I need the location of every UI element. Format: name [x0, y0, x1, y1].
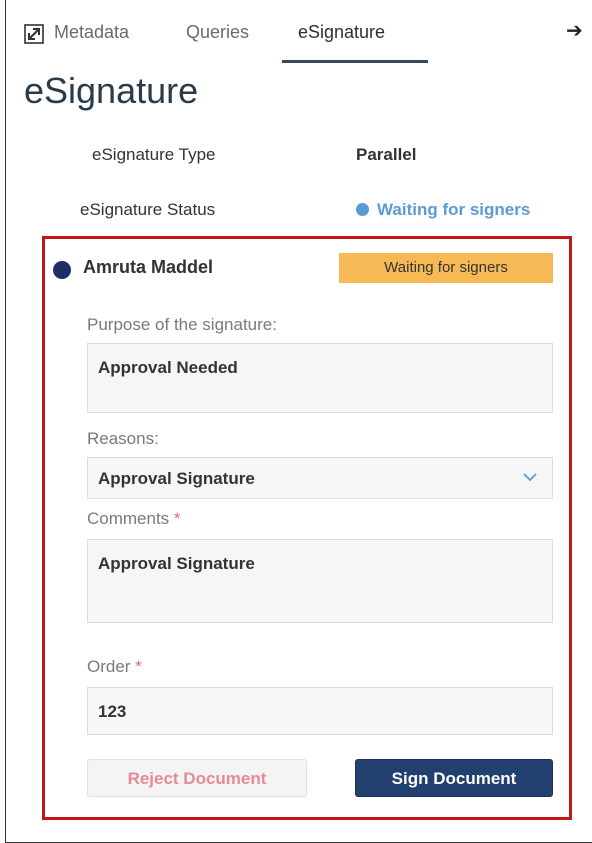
esignature-status-label: eSignature Status: [80, 200, 216, 219]
comments-label-text: Comments: [87, 509, 170, 528]
tab-bar: Metadata Queries eSignature ➔: [6, 0, 592, 63]
status-dot-icon: [356, 203, 369, 216]
signer-status-badge: Waiting for signers: [339, 253, 553, 283]
comments-label: Comments *: [87, 509, 181, 529]
order-required-mark: *: [135, 657, 142, 676]
tab-queries[interactable]: Queries: [186, 22, 249, 43]
order-label-text: Order: [87, 657, 131, 676]
active-tab-indicator: [282, 60, 428, 63]
tab-metadata[interactable]: Metadata: [54, 22, 129, 43]
order-label: Order *: [87, 657, 142, 677]
order-value: 123: [98, 702, 127, 721]
reasons-value: Approval Signature: [98, 469, 255, 488]
comments-required-mark: *: [173, 509, 181, 528]
esignature-status-value: Waiting for signers: [377, 200, 531, 219]
esignature-type-label: eSignature Type: [92, 145, 216, 164]
signer-card: Amruta Maddel Waiting for signers Purpos…: [42, 236, 572, 820]
page-title: eSignature: [24, 70, 199, 111]
esignature-status: Waiting for signers: [356, 200, 530, 220]
expand-icon[interactable]: [24, 24, 44, 44]
arrow-right-icon[interactable]: ➔: [566, 18, 583, 43]
tab-esignature[interactable]: eSignature: [298, 22, 385, 43]
signer-status-dot-icon: [53, 261, 71, 279]
chevron-down-icon[interactable]: [522, 469, 538, 485]
comments-field[interactable]: Approval Signature: [87, 539, 553, 623]
purpose-value: Approval Needed: [98, 358, 238, 377]
reject-document-button[interactable]: Reject Document: [87, 759, 307, 797]
esignature-type-value: Parallel: [356, 145, 417, 164]
reasons-select[interactable]: Approval Signature: [87, 457, 553, 499]
purpose-field[interactable]: Approval Needed: [87, 343, 553, 413]
comments-value: Approval Signature: [98, 554, 255, 573]
esignature-panel: Metadata Queries eSignature ➔ eSignature…: [5, 0, 592, 843]
reasons-label: Reasons:: [87, 429, 159, 448]
signer-name: Amruta Maddel: [83, 257, 214, 277]
sign-document-button[interactable]: Sign Document: [355, 759, 553, 797]
order-field[interactable]: 123: [87, 687, 553, 735]
purpose-label: Purpose of the signature:: [87, 315, 277, 334]
